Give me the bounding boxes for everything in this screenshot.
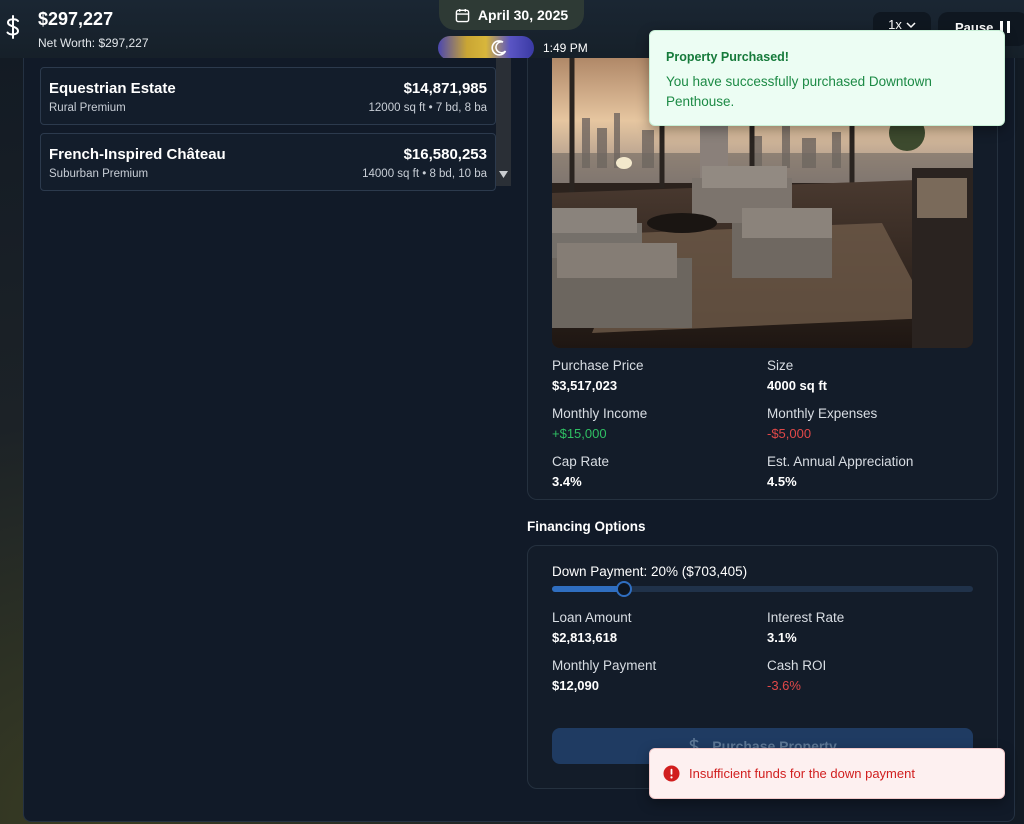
property-tier: Suburban Premium — [49, 168, 149, 180]
day-night-indicator — [438, 36, 534, 60]
date-text: April 30, 2025 — [477, 7, 569, 23]
alert-circle-icon — [663, 765, 680, 782]
property-tier: Rural Premium — [49, 102, 126, 114]
cash-roi-value: -3.6% — [767, 678, 801, 693]
property-specs: 14000 sq ft • 8 bd, 10 ba — [362, 168, 487, 180]
property-card[interactable]: French-Inspired Château $16,580,253 Subu… — [40, 133, 496, 191]
monthly-expenses-value: -$5,000 — [767, 426, 812, 441]
purchase-price-value: $3,517,023 — [552, 378, 618, 393]
cap-rate-value: 3.4% — [552, 474, 582, 489]
monthly-income-value: +$15,000 — [552, 426, 607, 441]
property-name: French-Inspired Château — [49, 146, 226, 163]
loan-amount-value: $2,813,618 — [552, 630, 618, 645]
dollar-icon — [6, 15, 20, 39]
net-worth-label: Net Worth: $297,227 — [38, 36, 149, 50]
cap-rate-label: Cap Rate — [552, 454, 610, 469]
slider-thumb[interactable] — [615, 581, 632, 597]
property-name: Equestrian Estate — [49, 80, 176, 97]
slider-fill — [552, 586, 624, 592]
monthly-income-label: Monthly Income — [552, 406, 648, 421]
monthly-payment-value: $12,090 — [552, 678, 599, 693]
property-specs: 12000 sq ft • 7 bd, 8 ba — [368, 102, 487, 114]
property-price: $16,580,253 — [403, 146, 487, 163]
property-list-scrollbar[interactable] — [496, 58, 511, 186]
monthly-expenses-label: Monthly Expenses — [767, 406, 878, 421]
size-label: Size — [767, 358, 794, 373]
interest-rate-label: Interest Rate — [767, 610, 845, 625]
purchase-price-label: Purchase Price — [552, 358, 644, 373]
scroll-down-icon[interactable] — [499, 171, 508, 178]
interest-rate-value: 3.1% — [767, 630, 797, 645]
property-card[interactable]: Equestrian Estate $14,871,985 Rural Prem… — [40, 67, 496, 125]
time-text: 1:49 PM — [543, 41, 588, 55]
date-display[interactable]: April 30, 2025 — [439, 0, 584, 30]
down-payment-slider[interactable] — [552, 581, 973, 597]
monthly-payment-label: Monthly Payment — [552, 658, 657, 673]
toast-title: Property Purchased! — [666, 50, 789, 64]
success-toast[interactable]: Property Purchased! You have successfull… — [649, 30, 1005, 126]
cash-roi-label: Cash ROI — [767, 658, 827, 673]
error-message: Insufficient funds for the down payment — [689, 766, 915, 781]
financing-title: Financing Options — [527, 519, 646, 534]
property-price: $14,871,985 — [403, 80, 487, 97]
appreciation-value: 4.5% — [767, 474, 797, 489]
size-value: 4000 sq ft — [767, 378, 827, 393]
calendar-icon — [455, 8, 470, 22]
toast-message: You have successfully purchased Downtown… — [666, 74, 932, 109]
error-toast[interactable]: Insufficient funds for the down payment — [649, 748, 1005, 799]
appreciation-label: Est. Annual Appreciation — [767, 454, 914, 469]
moon-icon — [491, 40, 507, 56]
down-payment-label: Down Payment: 20% ($703,405) — [552, 564, 748, 579]
loan-amount-label: Loan Amount — [552, 610, 632, 625]
net-worth-amount: $297,227 — [38, 9, 114, 29]
